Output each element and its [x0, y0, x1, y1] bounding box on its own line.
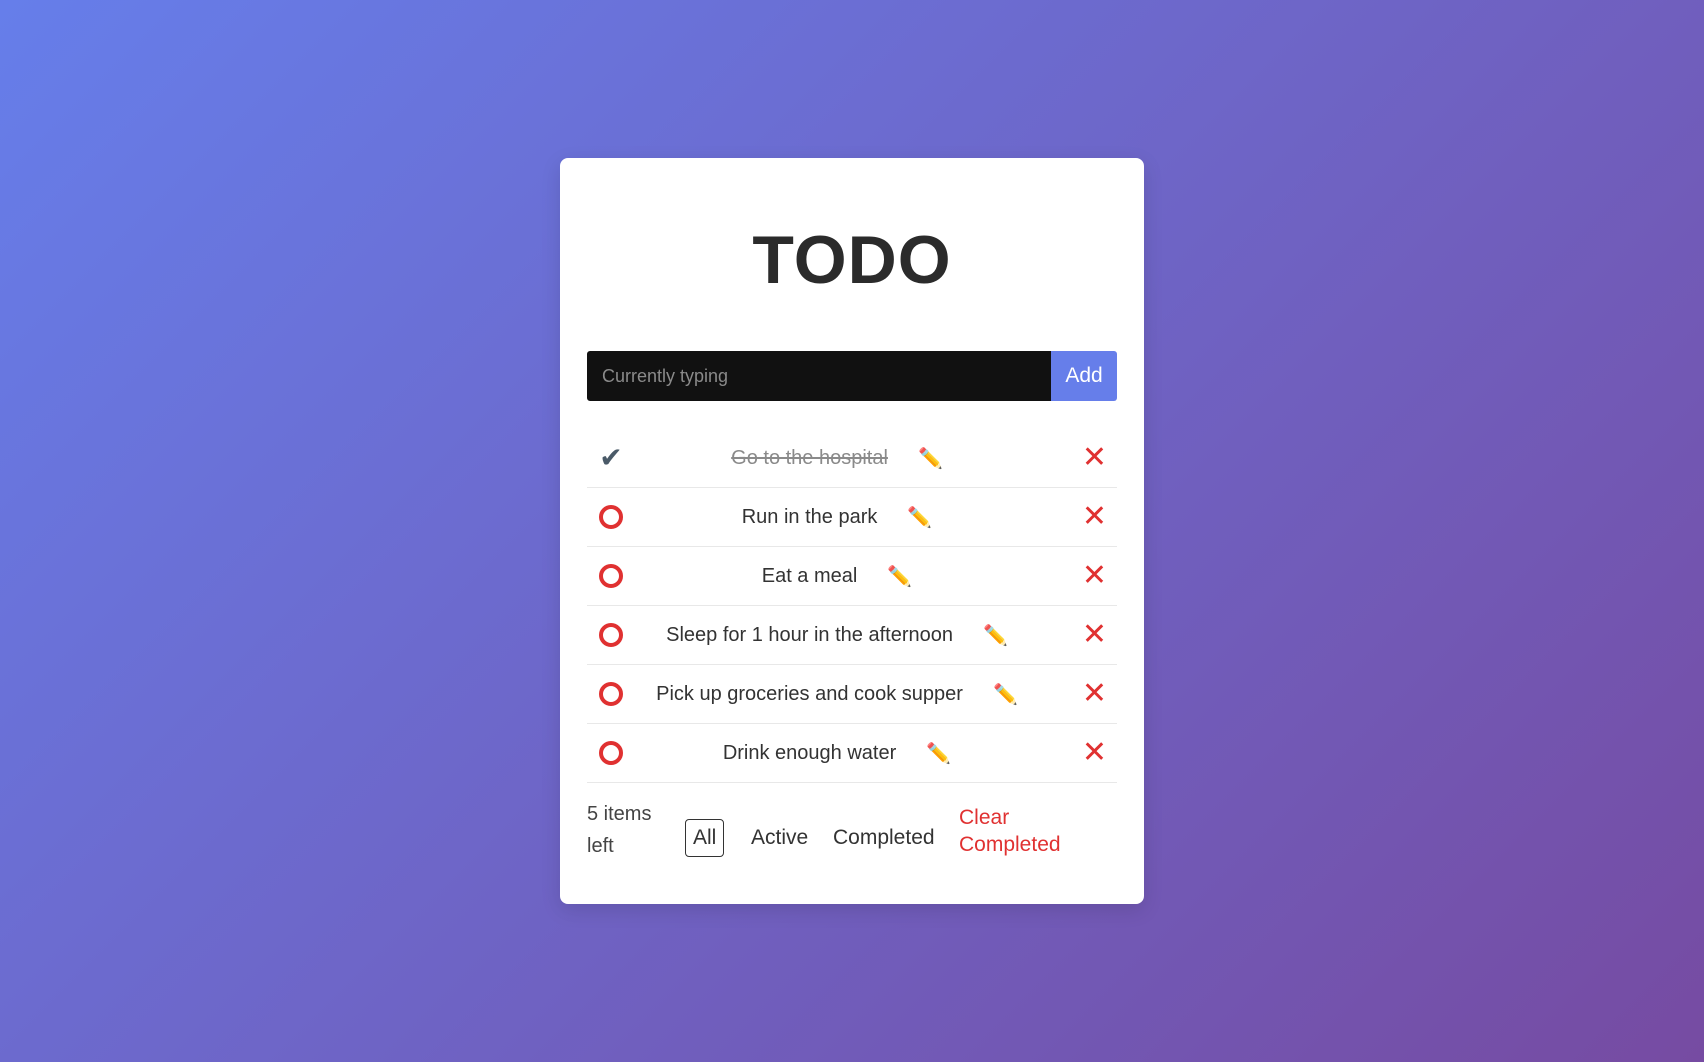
filter-all[interactable]: All [685, 819, 725, 857]
todo-item: Run in the park ✏️ ✕ [587, 488, 1117, 547]
todo-item: Drink enough water ✏️ ✕ [587, 724, 1117, 783]
toggle-complete-button[interactable] [598, 622, 624, 648]
todo-text: Run in the park [741, 505, 878, 528]
close-icon[interactable]: ✕ [1082, 738, 1107, 768]
pencil-icon[interactable]: ✏️ [993, 682, 1018, 707]
todo-text: Go to the hospital [731, 446, 888, 469]
filter-active[interactable]: Active [743, 819, 816, 857]
todo-list: ✔ Go to the hospital ✏️ ✕ Run in the par… [587, 429, 1117, 783]
close-icon[interactable]: ✕ [1082, 561, 1107, 591]
todo-text: Drink enough water [722, 741, 897, 764]
toggle-complete-button[interactable] [598, 740, 624, 766]
clear-completed-button[interactable]: Clear Completed [959, 804, 1119, 858]
todo-item: Sleep for 1 hour in the afternoon ✏️ ✕ [587, 606, 1117, 665]
pencil-icon[interactable]: ✏️ [918, 446, 943, 471]
todo-item: Eat a meal ✏️ ✕ [587, 547, 1117, 606]
filter-completed[interactable]: Completed [825, 819, 943, 857]
pencil-icon[interactable]: ✏️ [983, 623, 1008, 648]
toggle-complete-button[interactable]: ✔ [598, 442, 624, 473]
circle-icon [599, 564, 623, 588]
close-icon[interactable]: ✕ [1082, 443, 1107, 473]
close-icon[interactable]: ✕ [1082, 502, 1107, 532]
pencil-icon[interactable]: ✏️ [907, 505, 932, 530]
toggle-complete-button[interactable] [598, 504, 624, 530]
new-todo-form: Add [587, 351, 1117, 401]
pencil-icon[interactable]: ✏️ [887, 564, 912, 589]
todo-item: ✔ Go to the hospital ✏️ ✕ [587, 429, 1117, 488]
todo-text: Sleep for 1 hour in the afternoon [666, 623, 953, 646]
todo-item: Pick up groceries and cook supper ✏️ ✕ [587, 665, 1117, 724]
circle-icon [599, 505, 623, 529]
items-left-count: 5 items left [587, 803, 652, 857]
todo-text: Pick up groceries and cook supper [656, 682, 963, 705]
new-todo-input[interactable] [587, 351, 1051, 401]
close-icon[interactable]: ✕ [1082, 679, 1107, 709]
todo-card: TODO Add ✔ Go to the hospital ✏️ ✕ Run i… [560, 158, 1144, 904]
todo-footer: 5 items left All Active Completed Clear … [587, 798, 1117, 868]
add-button[interactable]: Add [1051, 351, 1117, 401]
close-icon[interactable]: ✕ [1082, 620, 1107, 650]
circle-icon [599, 682, 623, 706]
toggle-complete-button[interactable] [598, 681, 624, 707]
toggle-complete-button[interactable] [598, 563, 624, 589]
check-icon: ✔ [599, 442, 623, 473]
pencil-icon[interactable]: ✏️ [926, 741, 951, 766]
todo-text: Eat a meal [761, 564, 858, 587]
page-title: TODO [752, 222, 952, 298]
circle-icon [599, 623, 623, 647]
circle-icon [599, 741, 623, 765]
